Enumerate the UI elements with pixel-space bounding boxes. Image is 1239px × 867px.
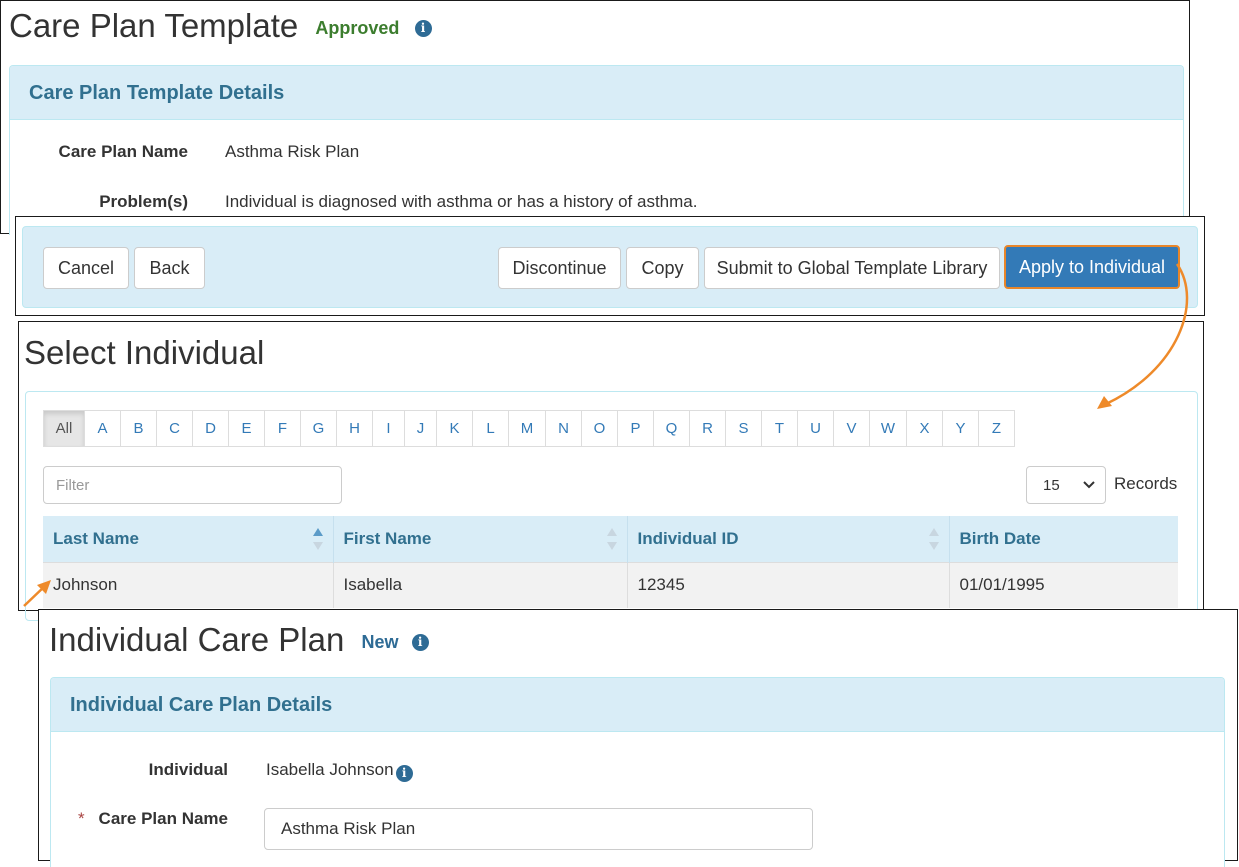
discontinue-button[interactable]: Discontinue [498,247,621,289]
individual-value: Isabella Johnson i [266,760,413,782]
sort-icon [606,528,617,550]
filter-input[interactable] [43,466,342,504]
chevron-down-icon [1083,481,1095,489]
page-title: Individual Care Plan New i [49,621,429,659]
sort-icon [312,528,323,550]
individual-name: Isabella Johnson [266,760,394,779]
letter-filter-o[interactable]: O [581,410,618,447]
letter-filter-q[interactable]: Q [653,410,690,447]
individual-care-plan-frame: Individual Care Plan New i Individual Ca… [38,609,1238,867]
individual-table: Last Name First Name Individual ID Birth… [43,516,1178,608]
status-badge: Approved [315,17,400,38]
cancel-button[interactable]: Cancel [43,247,129,289]
back-button[interactable]: Back [134,247,205,289]
apply-to-individual-button[interactable]: Apply to Individual [1004,245,1180,289]
records-label: Records [1114,474,1178,493]
page-title-text: Care Plan Template [9,7,299,44]
letter-filter-h[interactable]: H [336,410,373,447]
letter-filter-j[interactable]: J [404,410,437,447]
letter-filter-b[interactable]: B [120,410,157,447]
letter-filter-r[interactable]: R [689,410,726,447]
care-plan-name-value: Asthma Risk Plan [225,142,360,161]
letter-filter-i[interactable]: I [372,410,405,447]
info-icon[interactable]: i [414,19,432,37]
letter-filter-u[interactable]: U [797,410,834,447]
copy-button[interactable]: Copy [626,247,699,289]
column-header-individual-id[interactable]: Individual ID [627,516,950,562]
table-header-row: Last Name First Name Individual ID Birth… [43,516,1178,562]
individual-label: Individual [148,760,228,779]
cell-individual-id: 12345 [627,561,950,608]
submit-to-library-button[interactable]: Submit to Global Template Library [704,247,1000,289]
cell-last-name: Johnson [43,561,334,608]
letter-filter-y[interactable]: Y [942,410,979,447]
alphabet-filter: All A B C D E F G H I J K L M N O P Q R S T U V W X Y Z [43,410,1015,447]
care-plan-name-label: Care Plan Name [58,142,188,161]
letter-filter-p[interactable]: P [617,410,654,447]
letter-filter-x[interactable]: X [906,410,943,447]
panel-heading: Care Plan Template Details [10,66,1183,120]
care-plan-name-label: Care Plan Name [98,809,228,828]
column-header-last-name[interactable]: Last Name [43,516,334,562]
letter-filter-n[interactable]: N [545,410,582,447]
care-plan-template-frame: Care Plan Template Approved i Care Plan … [0,0,1190,235]
section-title: Select Individual [24,334,265,371]
letter-filter-m[interactable]: M [508,410,546,447]
care-plan-name-input[interactable] [264,808,813,850]
status-badge: New [361,631,399,652]
sort-icon [928,528,939,550]
column-header-first-name[interactable]: First Name [333,516,628,562]
table-row[interactable]: Johnson Isabella 12345 01/01/1995 [43,561,1178,608]
letter-filter-g[interactable]: G [300,410,337,447]
letter-filter-w[interactable]: W [869,410,907,447]
letter-filter-all[interactable]: All [43,410,85,447]
template-details-panel: Care Plan Template Details Care Plan Nam… [9,65,1184,235]
page-title: Care Plan Template Approved i [9,7,432,45]
info-icon[interactable]: i [395,764,413,782]
letter-filter-d[interactable]: D [192,410,229,447]
info-icon[interactable]: i [411,633,429,651]
letter-filter-s[interactable]: S [725,410,762,447]
letter-filter-z[interactable]: Z [978,410,1015,447]
problems-label: Problem(s) [99,192,188,211]
page-title-text: Individual Care Plan [49,621,345,658]
cell-birth-date: 01/01/1995 [949,561,1178,608]
letter-filter-l[interactable]: L [472,410,509,447]
letter-filter-k[interactable]: K [436,410,473,447]
records-value: 15 [1043,476,1060,494]
letter-filter-a[interactable]: A [84,410,121,447]
column-header-birth-date[interactable]: Birth Date [949,516,1178,562]
letter-filter-c[interactable]: C [156,410,193,447]
cell-first-name: Isabella [333,561,628,608]
panel-heading: Individual Care Plan Details [51,678,1224,732]
letter-filter-v[interactable]: V [833,410,870,447]
letter-filter-e[interactable]: E [228,410,265,447]
action-bar: Cancel Back Discontinue Copy Submit to G… [22,226,1198,308]
problems-value: Individual is diagnosed with asthma or h… [225,192,698,211]
records-select[interactable]: 15 [1026,466,1106,504]
letter-filter-f[interactable]: F [264,410,301,447]
letter-filter-t[interactable]: T [761,410,798,447]
action-bar-frame: Cancel Back Discontinue Copy Submit to G… [15,216,1205,316]
